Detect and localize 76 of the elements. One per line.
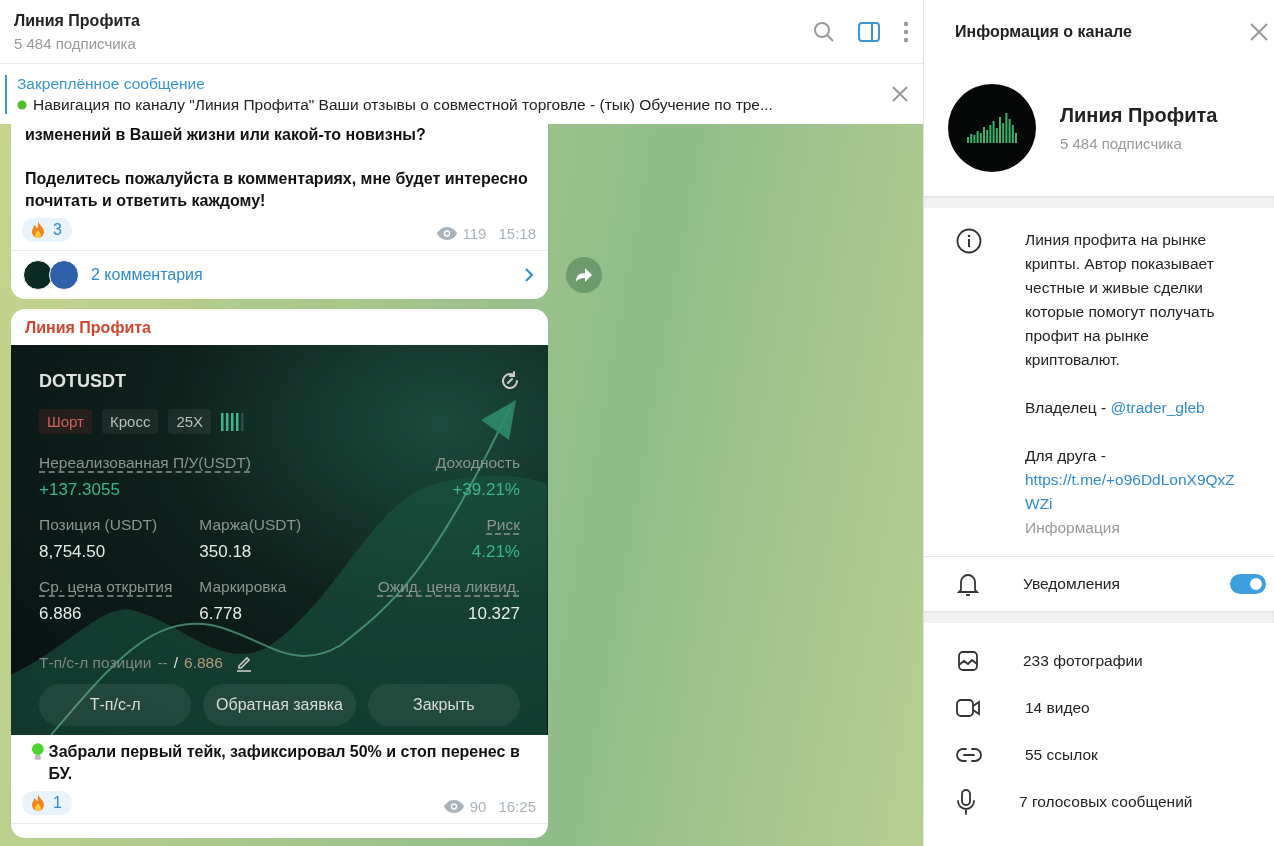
link-icon — [956, 746, 982, 763]
microphone-icon — [956, 788, 976, 815]
message-text: Поделитесь пожалуйста в комментариях, мне будет интересно почитать и ответить каждому! — [25, 169, 529, 211]
message-time: 16:25 — [498, 798, 536, 815]
stat-value: 6.886 — [39, 604, 83, 624]
more-menu-icon[interactable] — [903, 20, 909, 43]
separator-slash: / — [173, 654, 179, 672]
message-text: изменений в Вашей жизни или какой-то новизны? — [25, 125, 427, 145]
trading-pair: DOTUSDT — [39, 370, 126, 392]
fire-icon — [29, 220, 47, 240]
bell-icon — [956, 571, 980, 597]
stop-loss-value: 6.886 — [184, 654, 223, 672]
message-time: 15:18 — [498, 225, 536, 242]
share-button[interactable] — [566, 257, 602, 293]
invite-link[interactable]: https://t.me/+o96DdLonX9QxZWZi — [1025, 468, 1240, 516]
stat-label: Маржа(USDT) — [199, 516, 303, 534]
subscriber-count: 5 484 подписчика — [14, 34, 137, 52]
action-button[interactable]: Т-п/с-л — [39, 684, 192, 726]
eye-icon — [436, 227, 457, 240]
position-tag: Кросс — [102, 409, 159, 434]
chat-title: Линия Профита — [14, 11, 141, 30]
media-count-item[interactable]: 7 голосовых сообщений — [1019, 792, 1193, 811]
sidebar-toggle-icon[interactable] — [857, 20, 881, 43]
message-text: Забрали первый тейк, зафиксировал 50% и стоп перенес в БУ. — [48, 742, 521, 784]
dot-icon — [17, 99, 27, 110]
view-count: 90 — [469, 798, 487, 815]
refresh-icon — [500, 371, 520, 391]
stat-label: Нереализованная П/У(USDT) — [39, 454, 252, 472]
notifications-toggle[interactable] — [1230, 574, 1266, 594]
comments-link[interactable]: 2 комментария — [91, 266, 512, 284]
author-name: Линия Профита — [24, 318, 152, 338]
stat-value: +137.3055 — [39, 480, 121, 500]
chevron-right-icon[interactable] — [524, 267, 534, 283]
fire-icon — [29, 793, 47, 813]
action-button[interactable]: Закрыть — [367, 684, 520, 726]
stat-value: 4.21% — [470, 542, 520, 562]
position-tag: 25X — [168, 409, 212, 434]
panel-title: Информация о канале — [955, 23, 1132, 41]
avatar — [23, 260, 53, 290]
stat-label: Позиция (USDT) — [39, 516, 159, 534]
eye-icon — [443, 800, 464, 813]
stat-label: Ср. цена открытия — [39, 578, 174, 596]
video-camera-icon — [956, 697, 982, 718]
stat-value: 6.778 — [199, 604, 243, 624]
stat-value: 8,754.50 — [39, 542, 107, 562]
search-icon[interactable] — [813, 20, 835, 43]
notifications-label: Уведомления — [1023, 575, 1121, 593]
subscriber-count: 5 484 подписчика — [1060, 135, 1183, 152]
action-button[interactable]: Обратная заявка — [203, 684, 356, 726]
view-count: 119 — [462, 225, 487, 242]
close-icon[interactable] — [1250, 23, 1268, 41]
section-caption: Информация — [1025, 518, 1121, 538]
info-icon — [956, 228, 982, 254]
avatar — [49, 260, 79, 290]
owner-link[interactable]: @trader_gleb — [1110, 399, 1205, 416]
media-count-item[interactable]: 233 фотографии — [1023, 651, 1143, 670]
pinned-label: Закреплённое сообщение — [17, 74, 206, 93]
pinned-message-text[interactable]: Навигация по каналу "Линия Профита" Ваши отзывы о совместной торговле - (тык) Обучение по тре... — [33, 95, 773, 114]
media-count-item[interactable]: 14 видео — [1025, 698, 1090, 717]
channel-name: Линия Профита — [1060, 104, 1218, 127]
channel-description: Линия профита на рынке крипты. Автор показывает честные и живые сделки которые помогут получать профит на рынке криптовалют. — [1025, 230, 1216, 370]
pencil-icon — [234, 654, 253, 672]
close-icon[interactable] — [891, 85, 909, 103]
media-count-item[interactable]: 55 ссылок — [1025, 745, 1098, 764]
light-bulb-icon — [31, 742, 45, 762]
owner-line: Владелец - @trader_gleb — [1025, 398, 1206, 418]
stat-value: 10.327 — [467, 604, 520, 624]
stat-label: Риск — [485, 516, 520, 534]
image-icon — [956, 648, 980, 673]
share-arrow-icon — [575, 267, 593, 283]
stat-value: 350.18 — [199, 542, 253, 562]
bar-chart-icon — [965, 111, 1019, 145]
stat-label: Маркировка — [199, 578, 288, 596]
friend-label: Для друга - — [1025, 446, 1107, 466]
take-profit-value: -- — [157, 654, 168, 672]
position-tag: Шорт — [39, 409, 92, 434]
